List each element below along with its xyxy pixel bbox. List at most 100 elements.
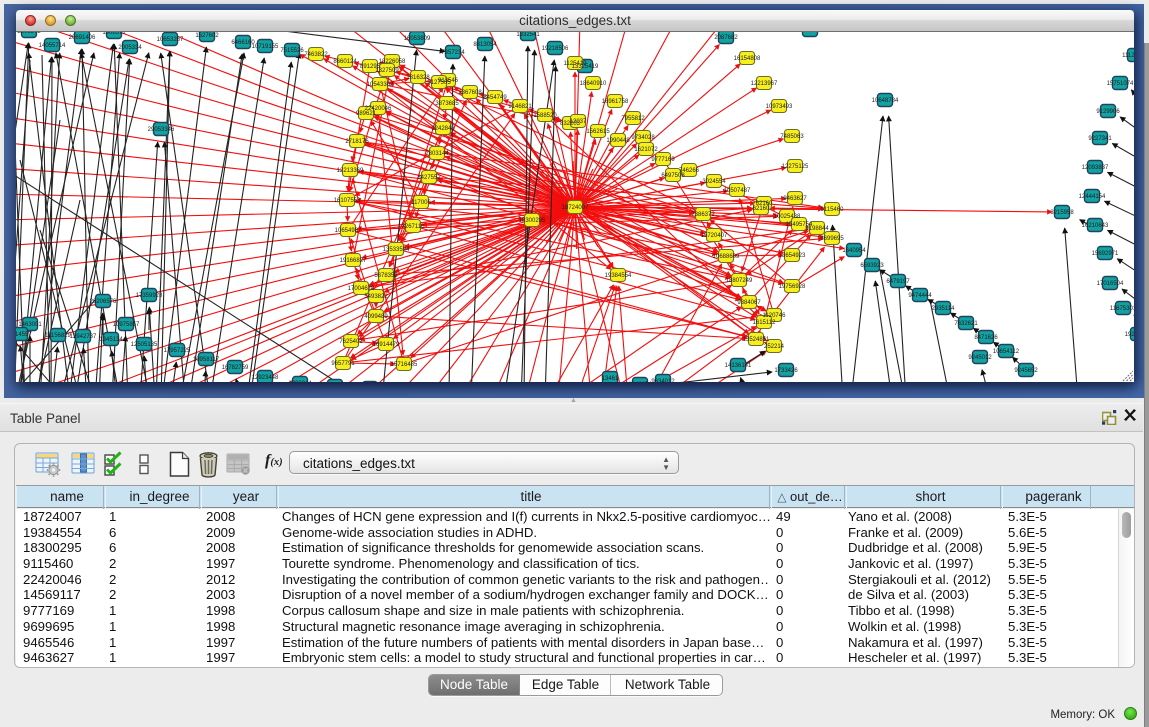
svg-text:7625402: 7625402 xyxy=(339,339,363,345)
svg-text:7632621: 7632621 xyxy=(954,321,978,327)
svg-text:19384554: 19384554 xyxy=(605,273,632,279)
svg-text:18640910: 18640910 xyxy=(580,81,607,87)
svg-text:9198844: 9198844 xyxy=(805,226,829,232)
svg-text:10648784: 10648784 xyxy=(872,98,899,104)
svg-text:15751074: 15751074 xyxy=(1107,81,1134,87)
svg-text:12444154: 12444154 xyxy=(1079,194,1106,200)
svg-text:1527602: 1527602 xyxy=(195,33,219,39)
svg-text:16053809: 16053809 xyxy=(797,32,824,34)
svg-text:14055714: 14055714 xyxy=(39,43,66,49)
svg-text:19756928: 19756928 xyxy=(779,284,806,290)
svg-text:2005334: 2005334 xyxy=(118,45,142,51)
svg-text:1292344: 1292344 xyxy=(288,381,312,382)
svg-text:29053346: 29053346 xyxy=(148,127,175,133)
svg-text:7463822: 7463822 xyxy=(304,52,328,58)
svg-text:2935114: 2935114 xyxy=(932,306,956,312)
svg-text:15692971: 15692971 xyxy=(1092,251,1119,257)
svg-text:13524851: 13524851 xyxy=(743,337,770,343)
svg-text:1621072: 1621072 xyxy=(634,147,658,153)
svg-text:10543362: 10543362 xyxy=(367,82,394,88)
svg-text:18807249: 18807249 xyxy=(726,278,753,284)
svg-text:16914479: 16914479 xyxy=(373,342,400,348)
svg-text:9657791: 9657791 xyxy=(331,361,355,367)
svg-text:1120746: 1120746 xyxy=(763,313,787,319)
svg-text:62160: 62160 xyxy=(753,206,770,212)
svg-text:10025438: 10025438 xyxy=(774,214,801,220)
svg-text:7955812: 7955812 xyxy=(621,116,645,122)
svg-text:12505135: 12505135 xyxy=(131,342,158,348)
svg-text:2803144: 2803144 xyxy=(425,151,449,157)
svg-text:10654987: 10654987 xyxy=(335,228,362,234)
svg-text:12275125: 12275125 xyxy=(782,164,809,170)
svg-text:10653267: 10653267 xyxy=(157,37,184,43)
svg-text:9777169: 9777169 xyxy=(651,157,675,163)
svg-text:3873685: 3873685 xyxy=(435,101,459,107)
svg-text:14136141: 14136141 xyxy=(725,363,752,369)
svg-text:12213967: 12213967 xyxy=(751,81,778,87)
svg-text:19166827: 19166827 xyxy=(340,258,367,264)
svg-text:12923448: 12923448 xyxy=(252,375,279,381)
svg-text:17004678: 17004678 xyxy=(348,286,375,292)
svg-text:11156829: 11156829 xyxy=(45,333,71,339)
svg-text:1733426: 1733426 xyxy=(774,368,798,374)
svg-text:15716485: 15716485 xyxy=(391,362,418,368)
svg-text:4099489: 4099489 xyxy=(364,314,388,320)
svg-text:9146821: 9146821 xyxy=(508,104,532,110)
svg-text:10507487: 10507487 xyxy=(724,188,751,194)
svg-text:7485063: 7485063 xyxy=(780,134,804,140)
svg-text:12093837: 12093837 xyxy=(1082,165,1109,171)
svg-text:2305573: 2305573 xyxy=(17,32,41,35)
svg-text:10975857: 10975857 xyxy=(113,322,140,328)
svg-text:10654112: 10654112 xyxy=(993,349,1020,355)
svg-text:17016504: 17016504 xyxy=(1097,281,1124,287)
svg-text:16961758: 16961758 xyxy=(602,99,629,105)
svg-text:13654923: 13654923 xyxy=(779,253,806,259)
svg-text:1908371: 1908371 xyxy=(102,32,126,36)
svg-text:8427552: 8427552 xyxy=(417,175,441,181)
svg-text:9914557: 9914557 xyxy=(16,332,32,338)
svg-text:10688609: 10688609 xyxy=(713,254,740,260)
svg-text:11125419: 11125419 xyxy=(1122,53,1134,59)
svg-text:8660124: 8660124 xyxy=(333,59,357,65)
svg-text:117006: 117006 xyxy=(411,200,431,206)
svg-text:15720407: 15720407 xyxy=(701,233,728,239)
svg-text:9463627: 9463627 xyxy=(783,196,807,202)
svg-text:9734028: 9734028 xyxy=(631,135,655,141)
svg-text:16210643: 16210643 xyxy=(1082,223,1109,229)
svg-text:10719155: 10719155 xyxy=(252,44,279,50)
svg-text:2718176: 2718176 xyxy=(345,139,369,145)
svg-text:9245652: 9245652 xyxy=(1014,368,1038,374)
svg-text:1327509: 1327509 xyxy=(375,68,399,74)
svg-text:13533594: 13533594 xyxy=(383,247,410,253)
svg-text:7357234: 7357234 xyxy=(441,50,465,56)
svg-text:1125419: 1125419 xyxy=(564,61,588,67)
svg-text:11675301: 11675301 xyxy=(1110,306,1134,312)
svg-text:7386372: 7386372 xyxy=(691,212,715,218)
svg-text:746266: 746266 xyxy=(679,168,700,174)
svg-text:3024554: 3024554 xyxy=(702,179,726,185)
svg-text:9115460: 9115460 xyxy=(821,207,845,213)
svg-text:10958117: 10958117 xyxy=(193,357,220,363)
svg-text:12213369: 12213369 xyxy=(337,168,364,174)
svg-text:1562615: 1562615 xyxy=(586,129,610,135)
svg-text:12037: 12037 xyxy=(570,119,587,125)
svg-text:26206576: 26206576 xyxy=(90,299,117,305)
svg-text:7515526: 7515526 xyxy=(280,48,304,54)
svg-text:18724007: 18724007 xyxy=(562,205,589,211)
svg-text:1990448: 1990448 xyxy=(606,138,630,144)
svg-text:18300295: 18300295 xyxy=(519,218,546,224)
svg-text:5493822: 5493822 xyxy=(364,294,388,300)
svg-text:9227341: 9227341 xyxy=(1088,136,1112,142)
svg-text:17359928: 17359928 xyxy=(136,293,163,299)
svg-text:12942737: 12942737 xyxy=(70,334,97,340)
svg-text:3267110: 3267110 xyxy=(402,224,426,230)
svg-text:8471626: 8471626 xyxy=(974,335,998,341)
svg-text:252214: 252214 xyxy=(764,344,785,350)
svg-text:9127505: 9127505 xyxy=(427,80,451,86)
svg-text:19218506: 19218506 xyxy=(542,46,569,52)
svg-text:1345134: 1345134 xyxy=(99,337,123,343)
svg-text:9242848: 9242848 xyxy=(431,126,455,132)
svg-text:13461: 13461 xyxy=(602,376,619,382)
svg-text:16154808: 16154808 xyxy=(734,56,761,62)
svg-text:20691406: 20691406 xyxy=(69,35,96,41)
